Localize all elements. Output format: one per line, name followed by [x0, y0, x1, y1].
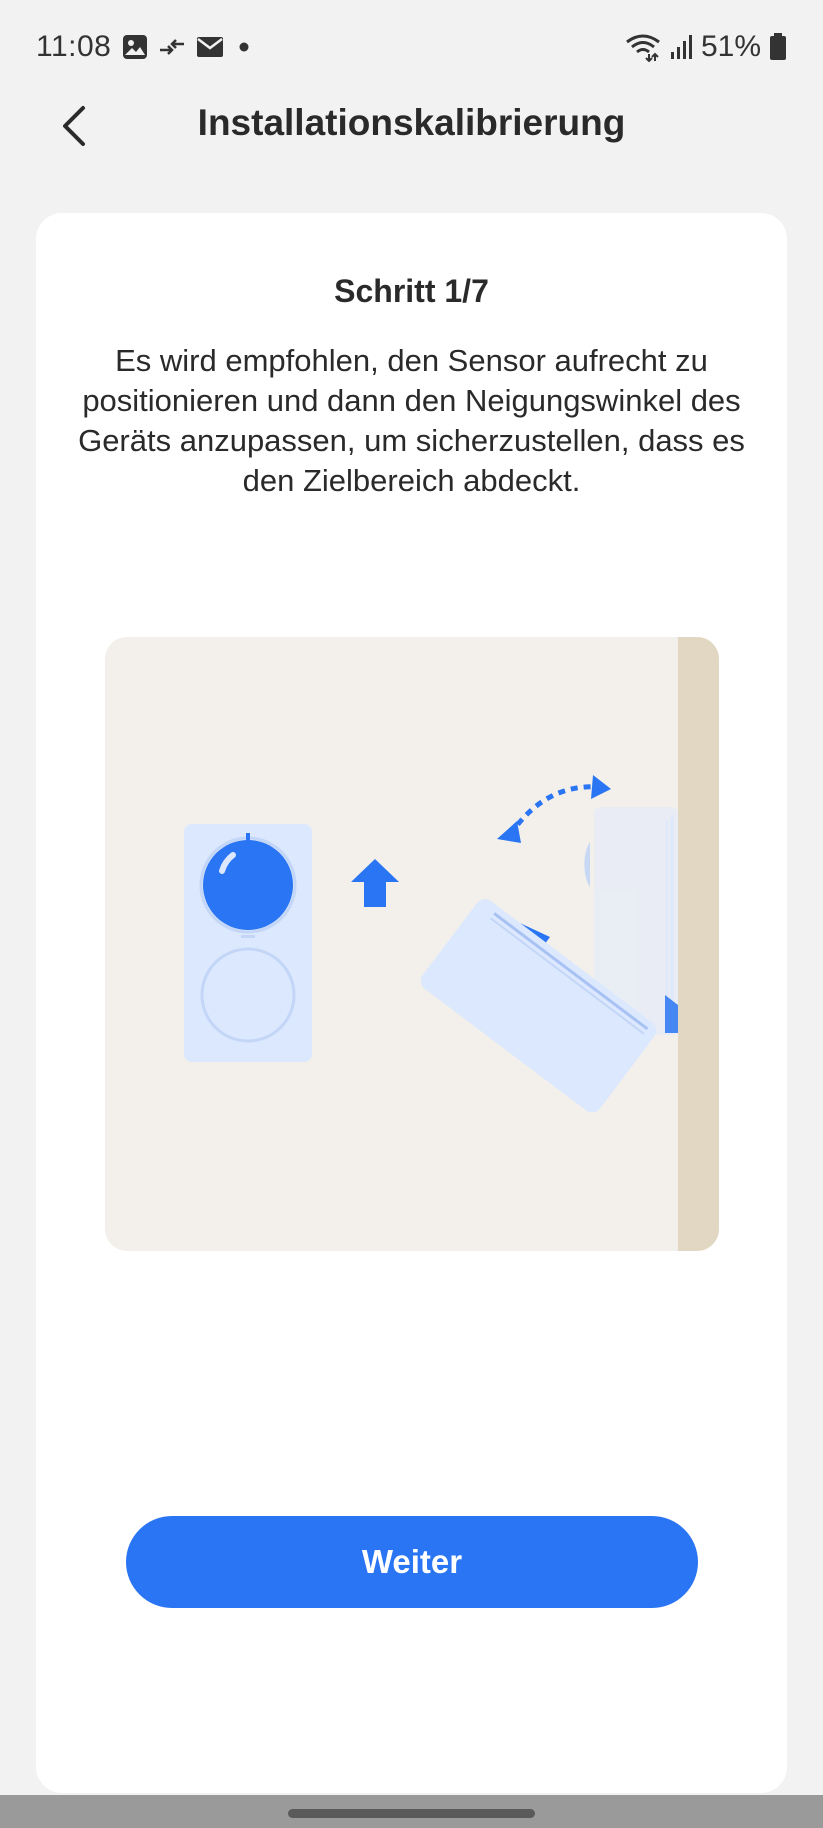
next-button[interactable]: Weiter [126, 1516, 698, 1608]
wifi-icon [626, 34, 660, 62]
sensor-installation-illustration [105, 637, 719, 1251]
image-icon [123, 35, 147, 59]
wall [678, 637, 719, 1251]
step-indicator: Schritt 1/7 [334, 273, 489, 309]
dot-icon [239, 42, 249, 52]
mail-icon [197, 37, 223, 57]
sensor-front-view [184, 824, 312, 1062]
status-bar: 11:08 51% [0, 0, 823, 96]
navigation-bar [0, 1795, 823, 1828]
battery-percent: 51% [700, 30, 761, 63]
status-time: 11:08 [36, 30, 112, 63]
system-icons: 51% [625, 30, 787, 64]
battery-icon [770, 33, 786, 60]
app-header: Installationskalibrierung [0, 96, 823, 196]
notification-icons [122, 34, 254, 60]
signal-icon [670, 35, 692, 59]
transfer-icon [160, 39, 184, 55]
page-title: Installationskalibrierung [197, 102, 626, 143]
step-description: Es wird empfohlen, den Sensor aufrecht z… [78, 343, 745, 498]
content-card: Schritt 1/7 Es wird empfohlen, den Senso… [36, 213, 787, 1793]
home-indicator[interactable] [288, 1809, 535, 1818]
